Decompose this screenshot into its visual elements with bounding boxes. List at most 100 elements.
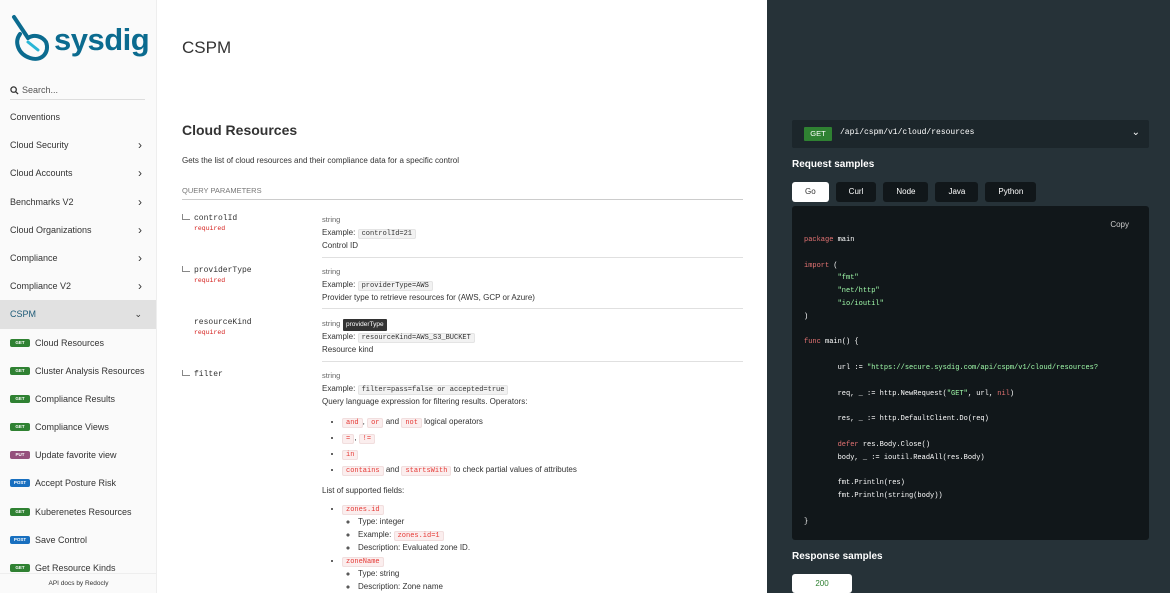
sidebar-subitem-cloud-resources[interactable]: GET Cloud Resources	[0, 329, 156, 357]
endpoint-dropdown[interactable]: GET /api/cspm/v1/cloud/resources ⌄	[792, 120, 1149, 148]
param-description: Query language expression for filtering …	[322, 397, 528, 406]
code-token: body, _ := ioutil.ReadAll(res.Body)	[837, 453, 985, 462]
chevron-right-icon: ›	[138, 279, 142, 294]
param-example: Example: providerType=AWS	[322, 279, 743, 293]
sidebar-item-conventions[interactable]: Conventions	[0, 103, 156, 131]
chevron-right-icon: ›	[138, 166, 142, 181]
tab-java[interactable]: Java	[935, 182, 979, 202]
param-controlId: controlId required string Example: contr…	[182, 214, 743, 258]
tab-python[interactable]: Python	[985, 182, 1037, 202]
redocly-credit-link[interactable]: API docs by Redocly	[0, 573, 156, 593]
tree-line	[182, 271, 190, 272]
search-box[interactable]	[10, 84, 145, 100]
example-code: zones.id=1	[393, 530, 444, 541]
sidebar-subitem-kuberenetes-resources[interactable]: GET Kuberenetes Resources	[0, 498, 156, 526]
sidebar-item-cspm[interactable]: CSPM ⌄	[0, 300, 156, 329]
sidebar-subitem-compliance-results[interactable]: GET Compliance Results	[0, 385, 156, 413]
response-tab-200[interactable]: 200	[792, 574, 852, 593]
divider	[322, 308, 743, 309]
sidebar-subitem-label: Cloud Resources	[35, 337, 105, 348]
code-token: res.Body.Close()	[862, 440, 931, 449]
chevron-right-icon: ›	[138, 194, 142, 209]
operator-code: or	[367, 417, 384, 428]
param-example: Example: resourceKind=AWS_S3_BUCKET	[322, 331, 743, 345]
copy-button[interactable]: Copy	[1110, 220, 1129, 229]
section-title[interactable]: Cloud Resources	[182, 122, 297, 138]
param-detail: string Example: filter=pass=false or acc…	[322, 370, 743, 593]
field-description: Description: Evaluated zone ID.	[358, 542, 743, 555]
code-token: "fmt"	[837, 274, 859, 283]
operator-code: in	[342, 449, 359, 460]
response-samples-title: Response samples	[792, 551, 883, 562]
example-label: Example:	[322, 383, 356, 393]
search-input[interactable]	[22, 85, 140, 95]
method-badge-get: GET	[10, 366, 30, 375]
field-item: zones.id Type: integer Example: zones.id…	[342, 503, 743, 555]
param-detail: string Example: controlId=21 Control ID	[322, 214, 743, 253]
logo-text: sysdig	[54, 22, 150, 57]
example-code: resourceKind=AWS_S3_BUCKET	[357, 332, 475, 343]
sidebar-item-label: Cloud Security	[10, 140, 69, 151]
sidebar-item-cloud-organizations[interactable]: Cloud Organizations ›	[0, 216, 156, 244]
method-badge-get: GET	[10, 423, 30, 432]
field-type: Type: integer	[358, 516, 743, 529]
code-token: fmt.Println(res)	[837, 479, 905, 488]
method-badge-put: PUT	[10, 451, 30, 460]
sidebar-subitem-label: Cluster Analysis Resources	[35, 365, 145, 376]
sidebar-subitem-compliance-views[interactable]: GET Compliance Views	[0, 413, 156, 441]
search-icon	[10, 86, 19, 95]
chevron-right-icon: ›	[138, 138, 142, 153]
operator-code: =	[342, 433, 355, 444]
sidebar-item-label: CSPM	[10, 309, 37, 320]
field-example: Example: zones.id=1	[358, 529, 743, 543]
sidebar-item-cloud-security[interactable]: Cloud Security ›	[0, 131, 156, 159]
operator-code: contains	[342, 465, 384, 476]
method-badge-get: GET	[10, 564, 30, 572]
sidebar-subitem-save-control[interactable]: POST Save Control	[0, 526, 156, 554]
separator: ,	[354, 432, 357, 442]
code-token: "io/ioutil"	[837, 299, 884, 308]
example-label: Example:	[322, 279, 356, 289]
sidebar-subitem-cluster-analysis-resources[interactable]: GET Cluster Analysis Resources	[0, 357, 156, 385]
sidebar-subitem-label: Update favorite view	[35, 450, 117, 461]
divider	[322, 257, 743, 258]
sidebar-subitem-label: Accept Posture Risk	[35, 478, 117, 489]
code-token: "https://secure.sysdig.com/api/cspm/v1/c…	[867, 363, 1099, 372]
param-required: required	[194, 329, 226, 336]
chevron-right-icon: ›	[138, 250, 142, 265]
operator-text: and	[385, 416, 400, 426]
field-name: zoneName	[342, 556, 384, 567]
param-type: string	[322, 371, 341, 380]
code-token: "GET"	[946, 389, 968, 398]
right-panel: GET /api/cspm/v1/cloud/resources ⌄ Reque…	[767, 0, 1170, 593]
example-code: providerType=AWS	[357, 280, 433, 291]
sidebar-item-compliance-v2[interactable]: Compliance V2 ›	[0, 272, 156, 300]
tab-curl[interactable]: Curl	[835, 182, 877, 202]
example-label: Example:	[358, 529, 392, 539]
sidebar-item-cloud-accounts[interactable]: Cloud Accounts ›	[0, 159, 156, 187]
operator-code: startsWith	[401, 465, 452, 476]
tab-go[interactable]: Go	[792, 182, 829, 202]
operator-item: in	[342, 447, 743, 462]
param-example: Example: filter=pass=false or accepted=t…	[322, 383, 743, 397]
fields-title: List of supported fields:	[322, 485, 405, 495]
code-sample: Copy package main import ( "fmt" "net/ht…	[792, 206, 1149, 540]
sidebar-item-compliance[interactable]: Compliance ›	[0, 244, 156, 272]
sysdig-logo[interactable]: sysdig	[10, 14, 150, 70]
tab-node[interactable]: Node	[883, 182, 929, 202]
chevron-down-icon: ⌄	[134, 309, 142, 320]
operators-list: and, or and not logical operators =, != …	[322, 415, 743, 478]
code-token: (	[833, 261, 838, 270]
sidebar-item-label: Benchmarks V2	[10, 196, 74, 207]
sidebar-subitem-label: Compliance Results	[35, 393, 116, 404]
param-filter: filter string Example: filter=pass=false…	[182, 370, 743, 593]
code-token: package	[804, 236, 834, 244]
sidebar-subitem-update-favorite-view[interactable]: PUT Update favorite view	[0, 441, 156, 469]
sidebar-subitem-accept-posture-risk[interactable]: POST Accept Posture Risk	[0, 469, 156, 497]
divider	[322, 361, 743, 362]
sidebar-item-benchmarks-v2[interactable]: Benchmarks V2 ›	[0, 188, 156, 216]
code-token: )	[1009, 389, 1015, 398]
sidebar-item-label: Compliance V2	[10, 281, 72, 292]
param-required: required	[194, 225, 226, 232]
example-label: Example:	[322, 331, 356, 341]
